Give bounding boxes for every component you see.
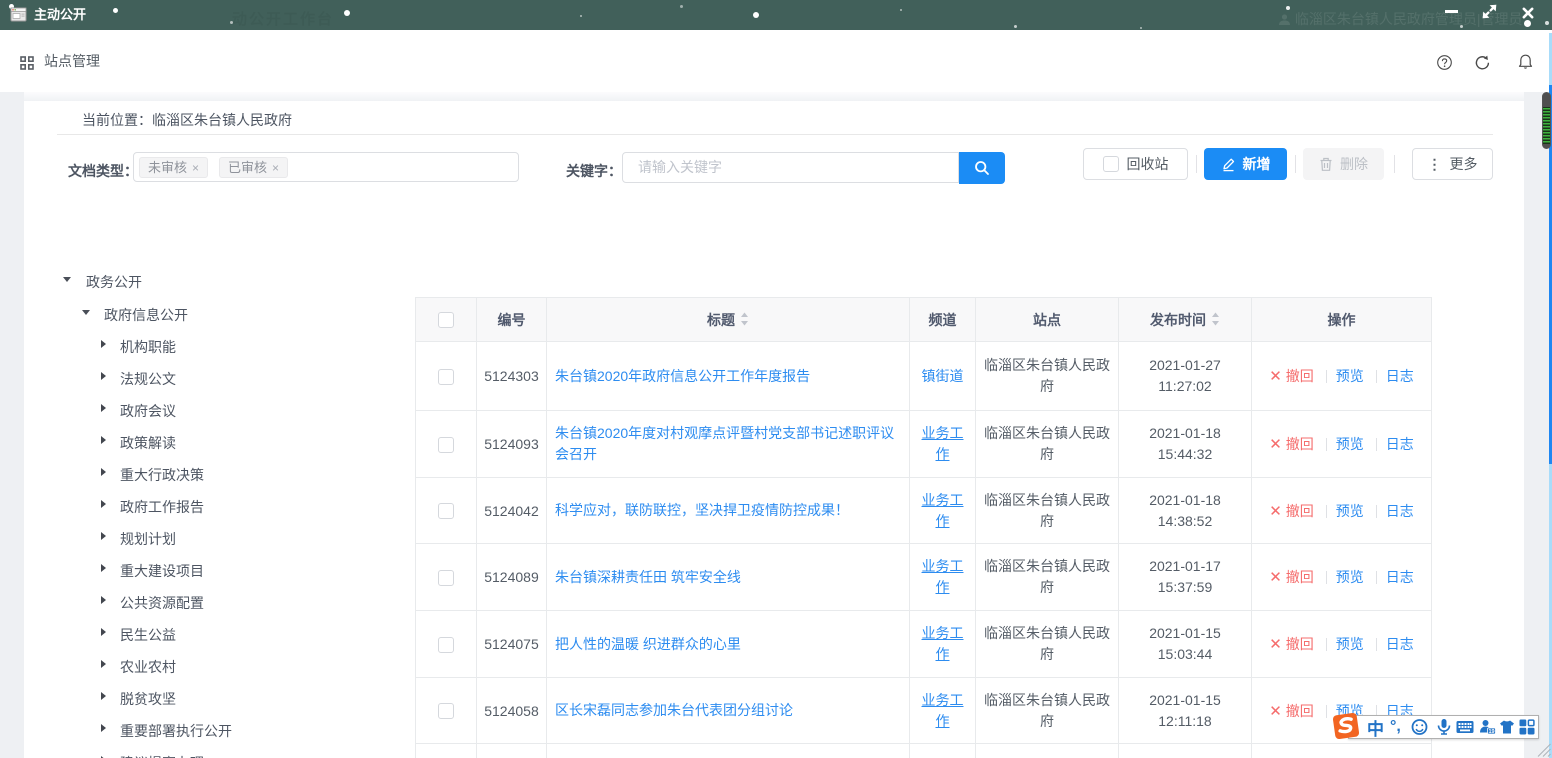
svg-text:19: 19 — [1488, 729, 1494, 735]
